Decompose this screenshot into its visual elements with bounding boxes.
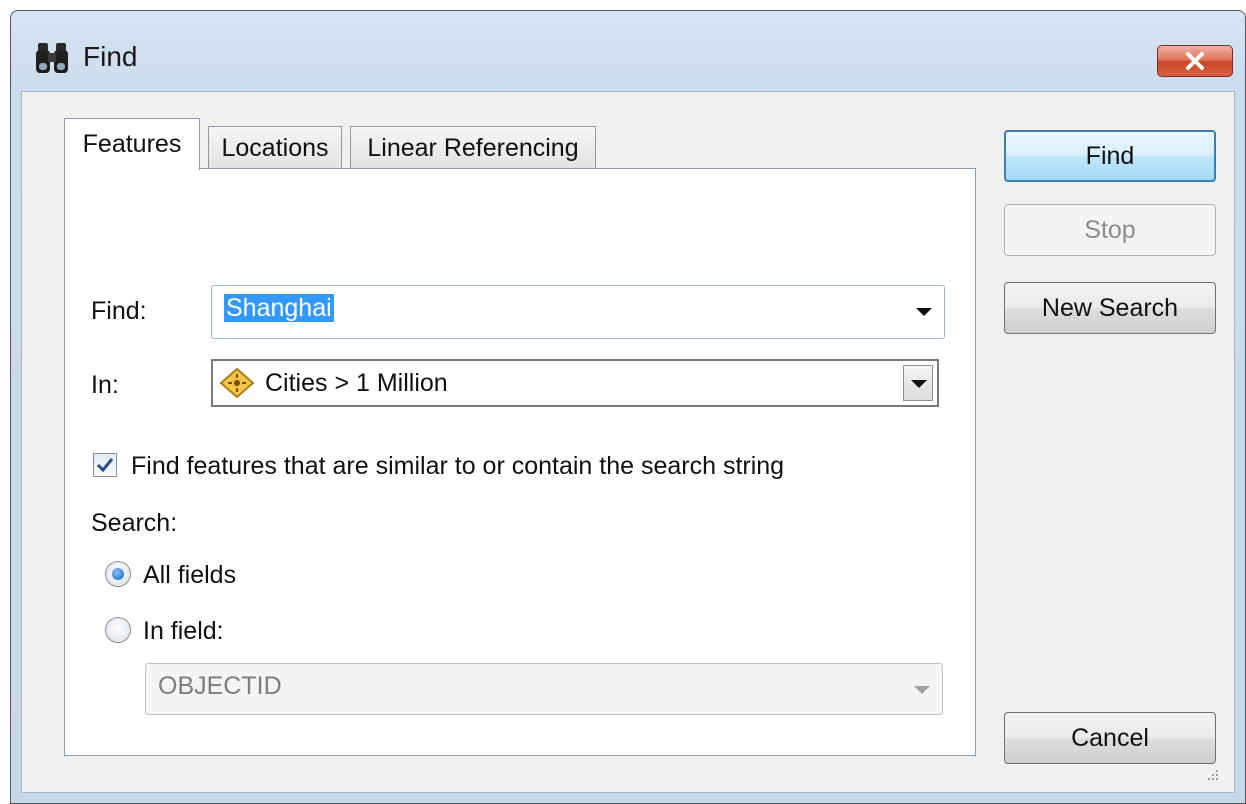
layer-select-value: Cities > 1 Million [265, 369, 448, 397]
dropdown-button[interactable] [903, 365, 933, 401]
field-select-value: OBJECTID [158, 672, 282, 700]
tab-linear-referencing[interactable]: Linear Referencing [350, 126, 596, 170]
checkmark-icon [96, 458, 114, 473]
similar-checkbox-label[interactable]: Find features that are similar to or con… [131, 452, 784, 481]
title-bar: Find [11, 11, 1245, 91]
features-tab-panel: Find: Shanghai In: Cities > 1 Million Fi… [64, 168, 976, 756]
find-input-text: Shanghai [224, 294, 334, 322]
radio-in-field[interactable] [105, 617, 131, 643]
tab-locations[interactable]: Locations [208, 126, 342, 170]
resize-grip-icon[interactable] [1204, 766, 1220, 782]
find-button[interactable]: Find [1004, 130, 1216, 182]
field-select[interactable]: OBJECTID [145, 663, 943, 715]
tab-features[interactable]: Features [64, 118, 200, 170]
stop-button[interactable]: Stop [1004, 204, 1216, 256]
find-label: Find: [91, 297, 147, 325]
cancel-button[interactable]: Cancel [1004, 712, 1216, 764]
tab-label: Locations [221, 134, 329, 162]
find-combobox[interactable]: Shanghai [211, 285, 945, 339]
close-icon [1186, 52, 1204, 70]
dialog-body: Features Locations Linear Referencing Fi… [21, 91, 1235, 793]
window-title: Find [83, 41, 138, 72]
tab-label: Linear Referencing [367, 134, 579, 162]
radio-in-field-label[interactable]: In field: [143, 617, 224, 646]
radio-all-fields[interactable] [105, 561, 131, 587]
chevron-down-icon[interactable] [916, 308, 932, 316]
in-label: In: [91, 371, 119, 399]
point-layer-icon [219, 367, 255, 399]
find-dialog: Find Features Locations Linear Referenci… [10, 10, 1246, 804]
similar-checkbox[interactable] [93, 453, 117, 477]
chevron-down-icon [914, 686, 930, 694]
tab-label: Features [82, 130, 182, 158]
find-input[interactable]: Shanghai [224, 294, 334, 323]
new-search-button[interactable]: New Search [1004, 282, 1216, 334]
radio-all-fields-label[interactable]: All fields [143, 561, 236, 590]
search-label: Search: [91, 509, 178, 537]
close-button[interactable] [1157, 45, 1233, 77]
binoculars-icon [36, 43, 68, 73]
layer-select[interactable]: Cities > 1 Million [211, 359, 939, 407]
